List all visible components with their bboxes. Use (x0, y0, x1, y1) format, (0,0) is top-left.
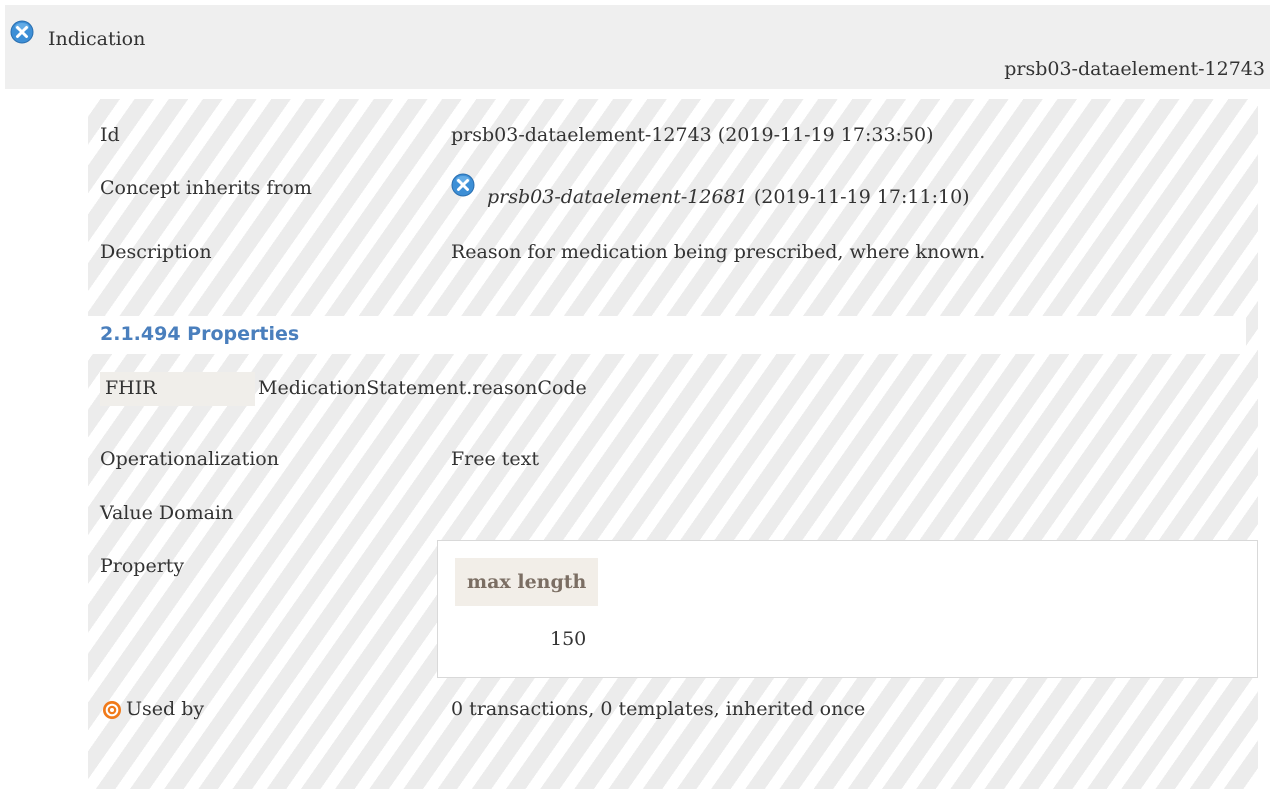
max-length-header: max length (467, 571, 587, 593)
inherits-label: Concept inherits from (100, 177, 312, 199)
inherits-value: prsb03-dataelement-12681 (2019-11-19 17:… (487, 186, 970, 208)
concept-icon[interactable] (10, 20, 34, 44)
target-icon (103, 701, 121, 719)
properties-header: 2.1.494 Properties (88, 316, 1246, 354)
operationalization-value: Free text (451, 448, 540, 470)
description-value: Reason for medication being prescribed, … (451, 241, 986, 263)
properties-title: 2.1.494 Properties (100, 323, 300, 345)
id-label: Id (100, 124, 120, 146)
concept-icon[interactable] (451, 173, 475, 197)
id-value: prsb03-dataelement-12743 (2019-11-19 17:… (451, 124, 934, 146)
property-table: max length 150 (437, 540, 1258, 678)
inherits-link[interactable]: prsb03-dataelement-12681 (487, 186, 748, 208)
used-by-value: 0 transactions, 0 templates, inherited o… (451, 698, 866, 720)
fhir-label: FHIR (105, 377, 157, 399)
value-domain-label: Value Domain (100, 502, 234, 524)
fhir-value: MedicationStatement.reasonCode (258, 377, 587, 399)
concept-header: Indication prsb03-dataelement-12743 (5, 5, 1270, 89)
concept-id: prsb03-dataelement-12743 (1004, 58, 1265, 80)
operationalization-label: Operationalization (100, 448, 279, 470)
property-label: Property (100, 555, 185, 577)
fhir-label-cell: FHIR (100, 372, 255, 406)
concept-title: Indication (48, 28, 146, 50)
max-length-value: 150 (550, 628, 587, 650)
property-column-header: max length (455, 558, 598, 606)
description-label: Description (100, 241, 212, 263)
used-by-label: Used by (126, 698, 205, 720)
inherits-date: (2019-11-19 17:11:10) (747, 186, 970, 208)
